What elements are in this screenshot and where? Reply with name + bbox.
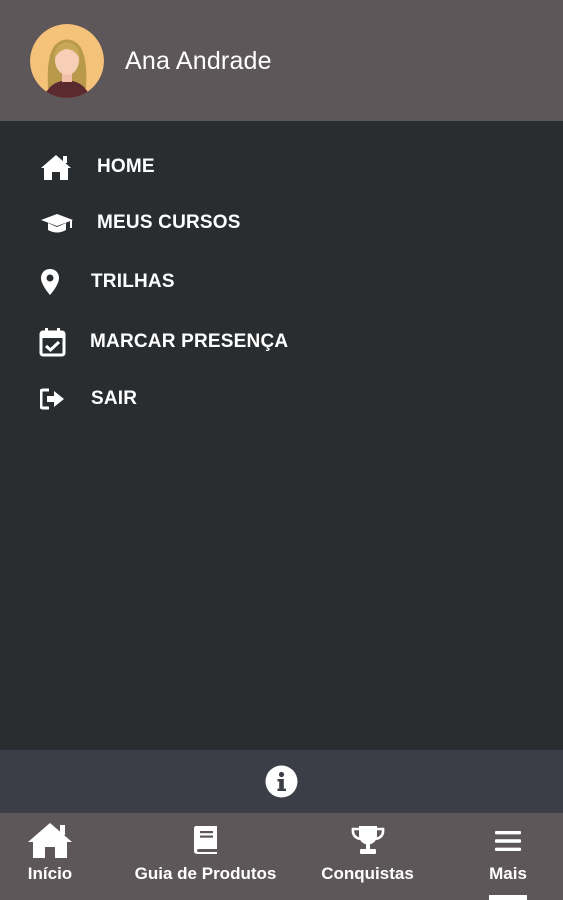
nav-label: Mais: [489, 864, 527, 883]
menu-item-home[interactable]: HOME: [0, 143, 563, 191]
calendar-check-icon: [39, 327, 66, 357]
user-name: Ana Andrade: [125, 47, 272, 75]
sign-out-icon: [40, 388, 66, 410]
trophy-icon: [351, 825, 385, 855]
menu-icon: [495, 830, 521, 852]
menu-item-sair[interactable]: SAIR: [0, 375, 563, 423]
menu-item-meus-cursos[interactable]: MEUS CURSOS: [0, 199, 563, 247]
nav-label: Conquistas: [321, 864, 414, 883]
menu-item-marcar-presenca[interactable]: MARCAR PRESENÇA: [0, 318, 563, 366]
info-icon[interactable]: [265, 765, 298, 798]
home-icon: [40, 153, 72, 181]
nav-item-mais[interactable]: Mais: [468, 813, 548, 900]
home-icon: [27, 821, 73, 859]
menu-item-label: HOME: [97, 156, 155, 177]
active-tab-indicator: [489, 895, 527, 900]
drawer-header: Ana Andrade: [0, 0, 563, 121]
nav-item-inicio[interactable]: Início: [0, 813, 100, 900]
nav-item-conquistas[interactable]: Conquistas: [310, 813, 425, 900]
info-bar: [0, 750, 563, 813]
app-screen: Ana Andrade HOME MEUS CURSOS TRILHAS MAR…: [0, 0, 563, 900]
map-pin-icon: [40, 268, 60, 296]
user-avatar-icon[interactable]: [30, 24, 104, 98]
book-icon: [193, 825, 219, 855]
graduation-cap-icon: [40, 211, 74, 235]
nav-item-guia-de-produtos[interactable]: Guia de Produtos: [128, 813, 283, 900]
menu-item-trilhas[interactable]: TRILHAS: [0, 258, 563, 306]
bottom-navigation: Início Guia de Produtos Conquistas Mais: [0, 813, 563, 900]
menu-item-label: SAIR: [91, 388, 138, 409]
menu-item-label: TRILHAS: [91, 271, 175, 292]
menu-item-label: MARCAR PRESENÇA: [90, 331, 289, 352]
nav-label: Início: [27, 864, 73, 883]
nav-label: Guia de Produtos: [134, 864, 277, 883]
menu-item-label: MEUS CURSOS: [97, 212, 241, 233]
